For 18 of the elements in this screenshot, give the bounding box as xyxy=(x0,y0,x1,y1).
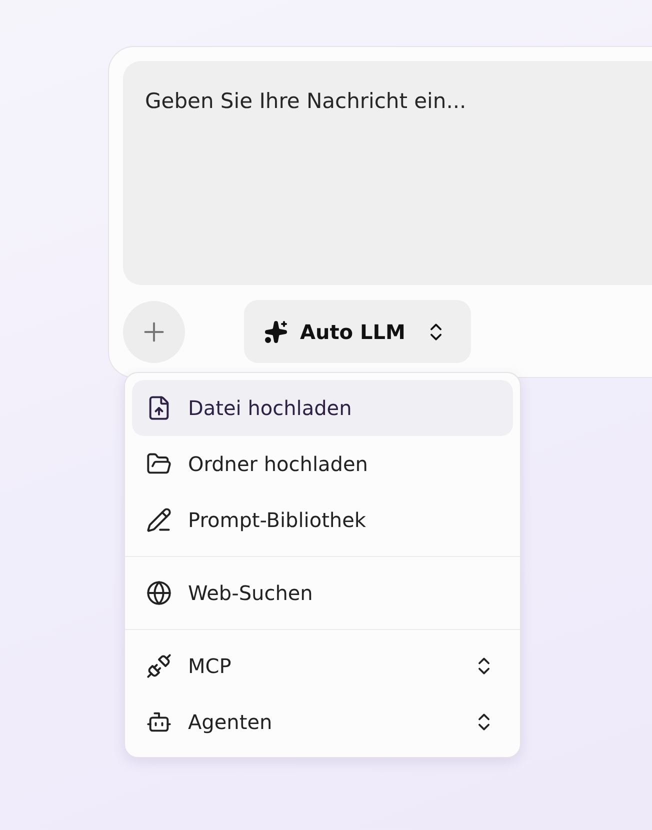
menu-item[interactable]: MCP xyxy=(132,638,513,694)
menu-item-label: Datei hochladen xyxy=(188,396,353,420)
menu-item-label: Agenten xyxy=(188,710,274,734)
unplug-icon xyxy=(146,653,172,679)
model-selector[interactable]: Auto LLM xyxy=(244,300,472,363)
menu-item-label: Web-Suchen xyxy=(188,581,314,605)
menu-item-label: Prompt-Bibliothek xyxy=(188,508,367,532)
sparkle-icon xyxy=(264,320,288,344)
globe-icon xyxy=(146,580,172,606)
pencil-icon xyxy=(146,507,172,533)
menu-item[interactable]: Prompt-Bibliothek xyxy=(132,492,513,548)
menu-item[interactable]: Ordner hochladen xyxy=(132,436,513,492)
menu-item-label: MCP xyxy=(188,654,232,678)
menu-item[interactable]: Datei hochladen xyxy=(132,380,513,436)
menu-item-label: Ordner hochladen xyxy=(188,452,369,476)
menu-item[interactable]: Web-Suchen xyxy=(132,565,513,621)
message-input[interactable]: Geben Sie Ihre Nachricht ein... xyxy=(123,61,652,285)
menu-item[interactable]: Agenten xyxy=(132,694,513,750)
